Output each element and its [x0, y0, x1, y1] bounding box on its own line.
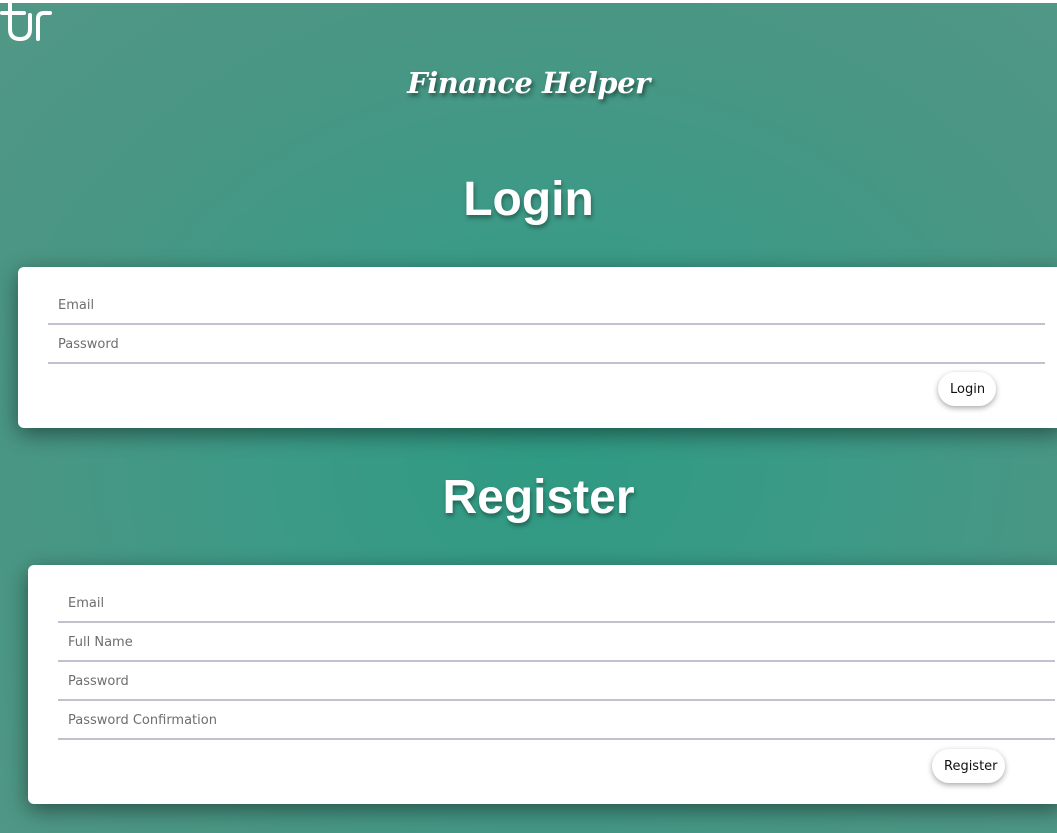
register-password-field-wrapper [58, 663, 1055, 701]
register-password-input[interactable] [58, 663, 1055, 699]
register-email-field-wrapper [58, 585, 1055, 623]
register-password-confirmation-field-wrapper [58, 702, 1055, 740]
login-password-field-wrapper [48, 326, 1045, 364]
login-password-input[interactable] [48, 326, 1045, 362]
register-fullname-field-wrapper [58, 624, 1055, 662]
register-email-input[interactable] [58, 585, 1055, 621]
login-form: Login [18, 267, 1057, 428]
login-heading: Login [463, 173, 594, 226]
login-button[interactable]: Login [938, 372, 996, 406]
brand-logo-icon[interactable] [0, 3, 56, 45]
register-heading: Register [442, 471, 635, 524]
login-email-field-wrapper [48, 287, 1045, 325]
register-button[interactable]: Register [932, 749, 1005, 783]
register-form: Register [28, 565, 1057, 804]
register-fullname-input[interactable] [58, 624, 1055, 660]
register-password-confirmation-input[interactable] [58, 702, 1055, 738]
top-border [0, 0, 1057, 3]
brand-title: Finance Helper [407, 66, 650, 100]
login-email-input[interactable] [48, 287, 1045, 323]
